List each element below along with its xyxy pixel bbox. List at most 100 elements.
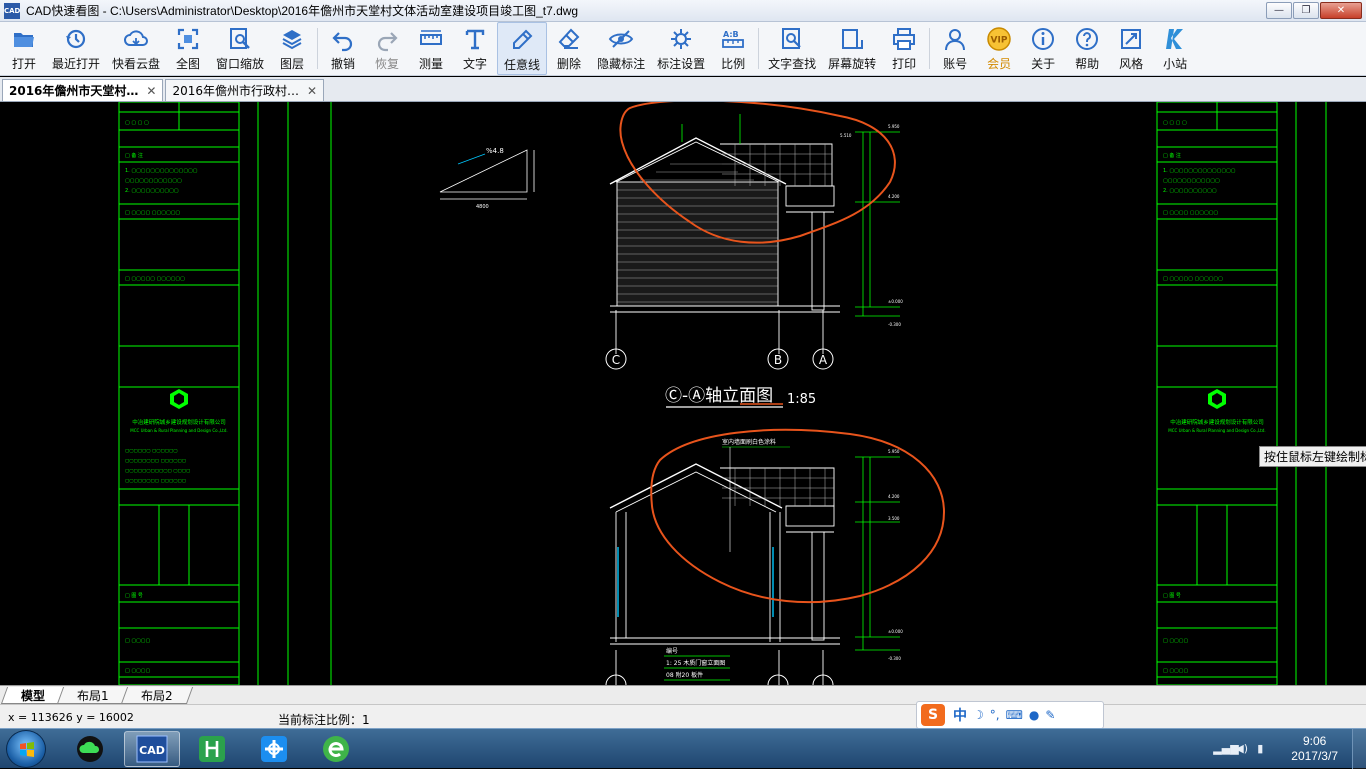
measure-label: 测量 [419,57,444,71]
redo-button[interactable]: 恢复 [365,22,409,75]
about-button[interactable]: 关于 [1021,22,1065,75]
open-label: 打开 [11,57,36,71]
account-label: 账号 [943,57,968,71]
station-button[interactable]: 小站 [1153,22,1197,75]
open-button[interactable]: 打开 [2,22,46,75]
blue-tool-icon [261,736,287,762]
close-button[interactable]: ✕ [1320,2,1362,19]
ruler-icon [420,30,443,45]
cloud-disk-button[interactable]: 快看云盘 [106,22,166,75]
minimize-button[interactable]: — [1266,2,1292,19]
style-button[interactable]: 风格 [1109,22,1153,75]
left-company-name: 中冶建研院城乡建设规划设计有限公司 [132,418,226,426]
info-icon [1032,28,1055,50]
vip-button[interactable]: VIP 会员 [977,22,1021,75]
delete-label: 删除 [557,57,582,71]
taskbar-blue-app[interactable] [246,731,302,767]
measure-button[interactable]: 测量 [409,22,453,75]
layers-button[interactable]: 图层 [270,22,314,75]
sogou-ime-icon[interactable]: S [921,704,945,726]
taskbar-cad-app[interactable]: CAD [124,731,180,767]
document-tab-1[interactable]: 2016年儋州市天堂村… ✕ [2,79,164,101]
taskbar-green-app[interactable] [184,731,240,767]
document-tab-label: 2016年儋州市行政村… [172,84,300,98]
svg-text:5.950: 5.950 [888,124,900,129]
freehand-line-button[interactable]: 任意线 [497,22,548,75]
network-signal-icon[interactable]: ▂▄▆ [1213,742,1238,756]
window-zoom-button[interactable]: 窗口缩放 [210,22,270,75]
tab-model[interactable]: 模型 [0,687,66,704]
tab-layout-1[interactable]: 布局1 [56,687,129,704]
text-button[interactable]: 文字 [453,22,497,75]
ime-tools-icon[interactable]: ✎ [1045,708,1055,722]
tab-layout-2[interactable]: 布局2 [120,687,193,704]
close-tab-icon[interactable]: ✕ [146,84,156,98]
text-search-button[interactable]: 文字查找 [762,22,822,75]
svg-text:4.200: 4.200 [888,494,900,499]
ime-halfwidth-icon[interactable]: ☽ [973,708,984,722]
text-search-label: 文字查找 [768,57,817,71]
cloud-icon [124,30,148,46]
recent-open-button[interactable]: 最近打开 [46,22,106,75]
svg-text:▢▢▢▢▢▢▢▢ ▢▢▢▢▢▢: ▢▢▢▢▢▢▢▢ ▢▢▢▢▢▢ [125,479,186,484]
ime-user-icon[interactable]: ● [1029,708,1039,722]
svg-text:□ ▢▢▢▢: □ ▢▢▢▢ [125,638,150,644]
start-button[interactable] [6,730,46,768]
hide-annotation-label: 隐藏标注 [597,57,646,71]
maximize-button[interactable]: ❐ [1293,2,1319,19]
svg-text:1. ▢▢▢▢▢▢▢▢▢▢▢▢▢▢: 1. ▢▢▢▢▢▢▢▢▢▢▢▢▢▢ [125,168,198,174]
text-search-icon [782,28,801,49]
account-button[interactable]: 账号 [933,22,977,75]
ime-language-toggle[interactable]: 中 [953,705,967,725]
svg-text:CAD: CAD [139,744,165,757]
power-icon[interactable]: ▮ [1257,742,1271,756]
hide-annotation-button[interactable]: 隐藏标注 [591,22,651,75]
print-button[interactable]: 打印 [882,22,926,75]
drawing-canvas[interactable]: ▢ ▢ ▢ ▢ □ 备 注 1. ▢▢▢▢▢▢▢▢▢▢▢▢▢▢ ▢▢▢▢▢▢▢▢… [0,102,1366,685]
ime-toolbar[interactable]: S 中 ☽ °, ⌨ ● ✎ [916,701,1104,729]
taskbar-browser-app[interactable] [308,731,364,767]
annotation-settings-icon [671,29,692,49]
svg-text:▢▢▢▢▢▢▢▢▢▢▢ ▢▢▢▢: ▢▢▢▢▢▢▢▢▢▢▢ ▢▢▢▢ [125,469,190,474]
scale-icon: A:B [722,30,744,48]
close-tab-icon[interactable]: ✕ [307,84,317,98]
svg-text:▢ ▢ ▢ ▢: ▢ ▢ ▢ ▢ [125,120,149,126]
wall-note: 室内墙面刷白色涂料 [722,438,776,446]
ime-punctuation-icon[interactable]: °, [990,708,1000,722]
toolbar-separator [929,28,931,69]
window-title: CAD快速看图 - C:\Users\Administrator\Desktop… [26,4,579,18]
browser-e-icon [323,736,349,762]
svg-text:2. ▢▢▢▢▢▢▢▢▢▢: 2. ▢▢▢▢▢▢▢▢▢▢ [1163,188,1217,194]
show-desktop-button[interactable] [1352,729,1366,769]
svg-text:□ 图 号: □ 图 号 [125,593,143,599]
title-bar: CAD CAD快速看图 - C:\Users\Administrator\Des… [0,0,1366,22]
ime-keyboard-icon[interactable]: ⌨ [1006,708,1023,722]
volume-icon[interactable]: ◀) [1235,742,1249,756]
undo-button[interactable]: 撤销 [321,22,365,75]
user-icon [945,29,966,51]
green-app-icon [199,736,225,762]
axis-label-b: B [774,353,782,367]
tab-layout-2-label: 布局2 [140,688,173,703]
svg-text:3.500: 3.500 [888,516,900,521]
system-clock[interactable]: 9:06 2017/3/7 [1291,734,1338,764]
scale-button[interactable]: A:B 比例 [711,22,755,75]
help-label: 帮助 [1075,57,1100,71]
svg-text:1. ▢▢▢▢▢▢▢▢▢▢▢▢▢▢: 1. ▢▢▢▢▢▢▢▢▢▢▢▢▢▢ [1163,168,1236,174]
document-tab-2[interactable]: 2016年儋州市行政村… ✕ [165,79,325,101]
help-button[interactable]: 帮助 [1065,22,1109,75]
svg-text:□ ▢▢▢▢▢ ▢▢▢▢▢▢: □ ▢▢▢▢▢ ▢▢▢▢▢▢ [125,276,185,282]
delete-button[interactable]: 删除 [547,22,591,75]
screen-rotate-icon [842,29,864,49]
svg-text:A:B: A:B [723,30,739,39]
right-company-english: MCC Urban & Rural Planning and Design Co… [1168,428,1265,433]
full-view-button[interactable]: 全图 [166,22,210,75]
tab-model-label: 模型 [21,688,46,703]
screen-rotate-label: 屏幕旋转 [828,57,877,71]
taskbar-cloud-app[interactable] [62,731,118,767]
section-table-row-2: 08 附20 板件 [666,671,703,679]
vip-label: 会员 [987,57,1012,71]
annotation-settings-button[interactable]: 标注设置 [651,22,711,75]
screen-rotate-button[interactable]: 屏幕旋转 [822,22,882,75]
cursor-tooltip: 按住鼠标左键绘制标 [1259,446,1366,467]
